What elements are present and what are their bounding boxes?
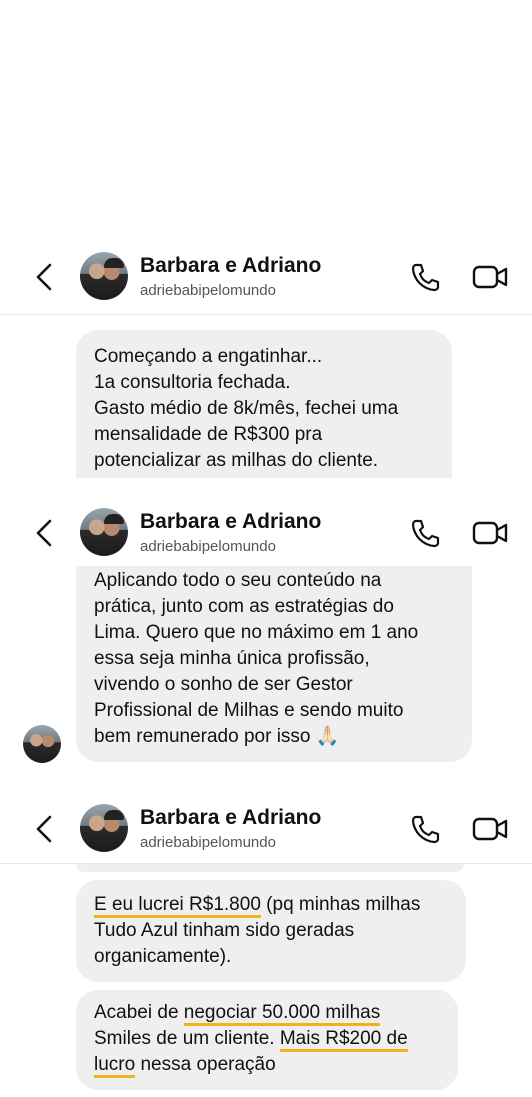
chat-header-3: Barbara e Adriano adriebabipelomundo: [0, 796, 532, 862]
back-chevron-icon[interactable]: [32, 518, 58, 548]
highlighted-text: E eu lucrei R$1.800: [94, 894, 261, 918]
phone-icon[interactable]: [410, 814, 440, 844]
message-line: lucro nessa operação: [94, 1052, 440, 1078]
highlighted-text: Mais R$200 de: [279, 1028, 408, 1052]
contact-name[interactable]: Barbara e Adriano: [140, 510, 321, 534]
message-bubble[interactable]: Começando a engatinhar... 1a consultoria…: [76, 330, 452, 478]
avatar[interactable]: [80, 804, 128, 852]
message-text: (pq minhas milhas: [260, 894, 421, 915]
message-text: Smiles de um cliente.: [94, 1028, 280, 1049]
message-text: nessa operação: [135, 1054, 276, 1075]
message-line: prática, junto com as estratégias do: [94, 596, 394, 617]
message-line: Começando a engatinhar...: [94, 346, 323, 367]
message-line: mensalidade de R$300 pra: [94, 424, 323, 445]
contact-handle: adriebabipelomundo: [140, 538, 276, 555]
video-camera-icon[interactable]: [472, 518, 510, 548]
highlighted-text: lucro: [94, 1054, 136, 1078]
highlighted-text: negociar 50.000 milhas: [183, 1002, 381, 1026]
back-chevron-icon[interactable]: [32, 262, 58, 292]
contact-name[interactable]: Barbara e Adriano: [140, 806, 321, 830]
chat-header-2: Barbara e Adriano adriebabipelomundo: [0, 500, 532, 566]
message-bubble[interactable]: Acabei de negociar 50.000 milhas Smiles …: [76, 990, 458, 1090]
message-line: Tudo Azul tinham sido geradas: [94, 920, 355, 941]
message-line: Gasto médio de 8k/mês, fechei uma: [94, 398, 399, 419]
phone-icon[interactable]: [410, 518, 440, 548]
contact-name[interactable]: Barbara e Adriano: [140, 254, 321, 278]
message-line: 1a consultoria fechada.: [94, 372, 291, 393]
message-line: bem remunerado por isso 🙏🏻: [94, 726, 340, 747]
message-bubble[interactable]: Aplicando todo o seu conteúdo na prática…: [76, 566, 472, 762]
avatar[interactable]: [80, 508, 128, 556]
previous-bubble-edge: [76, 864, 464, 872]
message-line: vivendo o sonho de ser Gestor: [94, 674, 353, 695]
message-line: Aplicando todo o seu conteúdo na: [94, 570, 382, 591]
phone-icon[interactable]: [410, 262, 440, 292]
contact-handle: adriebabipelomundo: [140, 834, 276, 851]
video-camera-icon[interactable]: [472, 814, 510, 844]
avatar[interactable]: [80, 252, 128, 300]
sender-avatar[interactable]: [23, 725, 61, 763]
message-line: Smiles de um cliente. Mais R$200 de: [94, 1026, 440, 1052]
message-line: Acabei de negociar 50.000 milhas: [94, 1000, 440, 1026]
message-line: essa seja minha única profissão,: [94, 648, 370, 669]
message-bubble[interactable]: E eu lucrei R$1.800 (pq minhas milhas Tu…: [76, 880, 466, 982]
divider: [0, 314, 532, 315]
message-text: Acabei de: [94, 1002, 184, 1023]
back-chevron-icon[interactable]: [32, 814, 58, 844]
message-line: organicamente).: [94, 946, 232, 967]
message-line: E eu lucrei R$1.800 (pq minhas milhas: [94, 892, 448, 918]
video-camera-icon[interactable]: [472, 262, 510, 292]
message-line: Profissional de Milhas e sendo muito: [94, 700, 404, 721]
message-line: potencializar as milhas do cliente.: [94, 450, 379, 471]
message-line: Lima. Quero que no máximo em 1 ano: [94, 622, 419, 643]
chat-header-1: Barbara e Adriano adriebabipelomundo: [0, 244, 532, 310]
contact-handle: adriebabipelomundo: [140, 282, 276, 299]
